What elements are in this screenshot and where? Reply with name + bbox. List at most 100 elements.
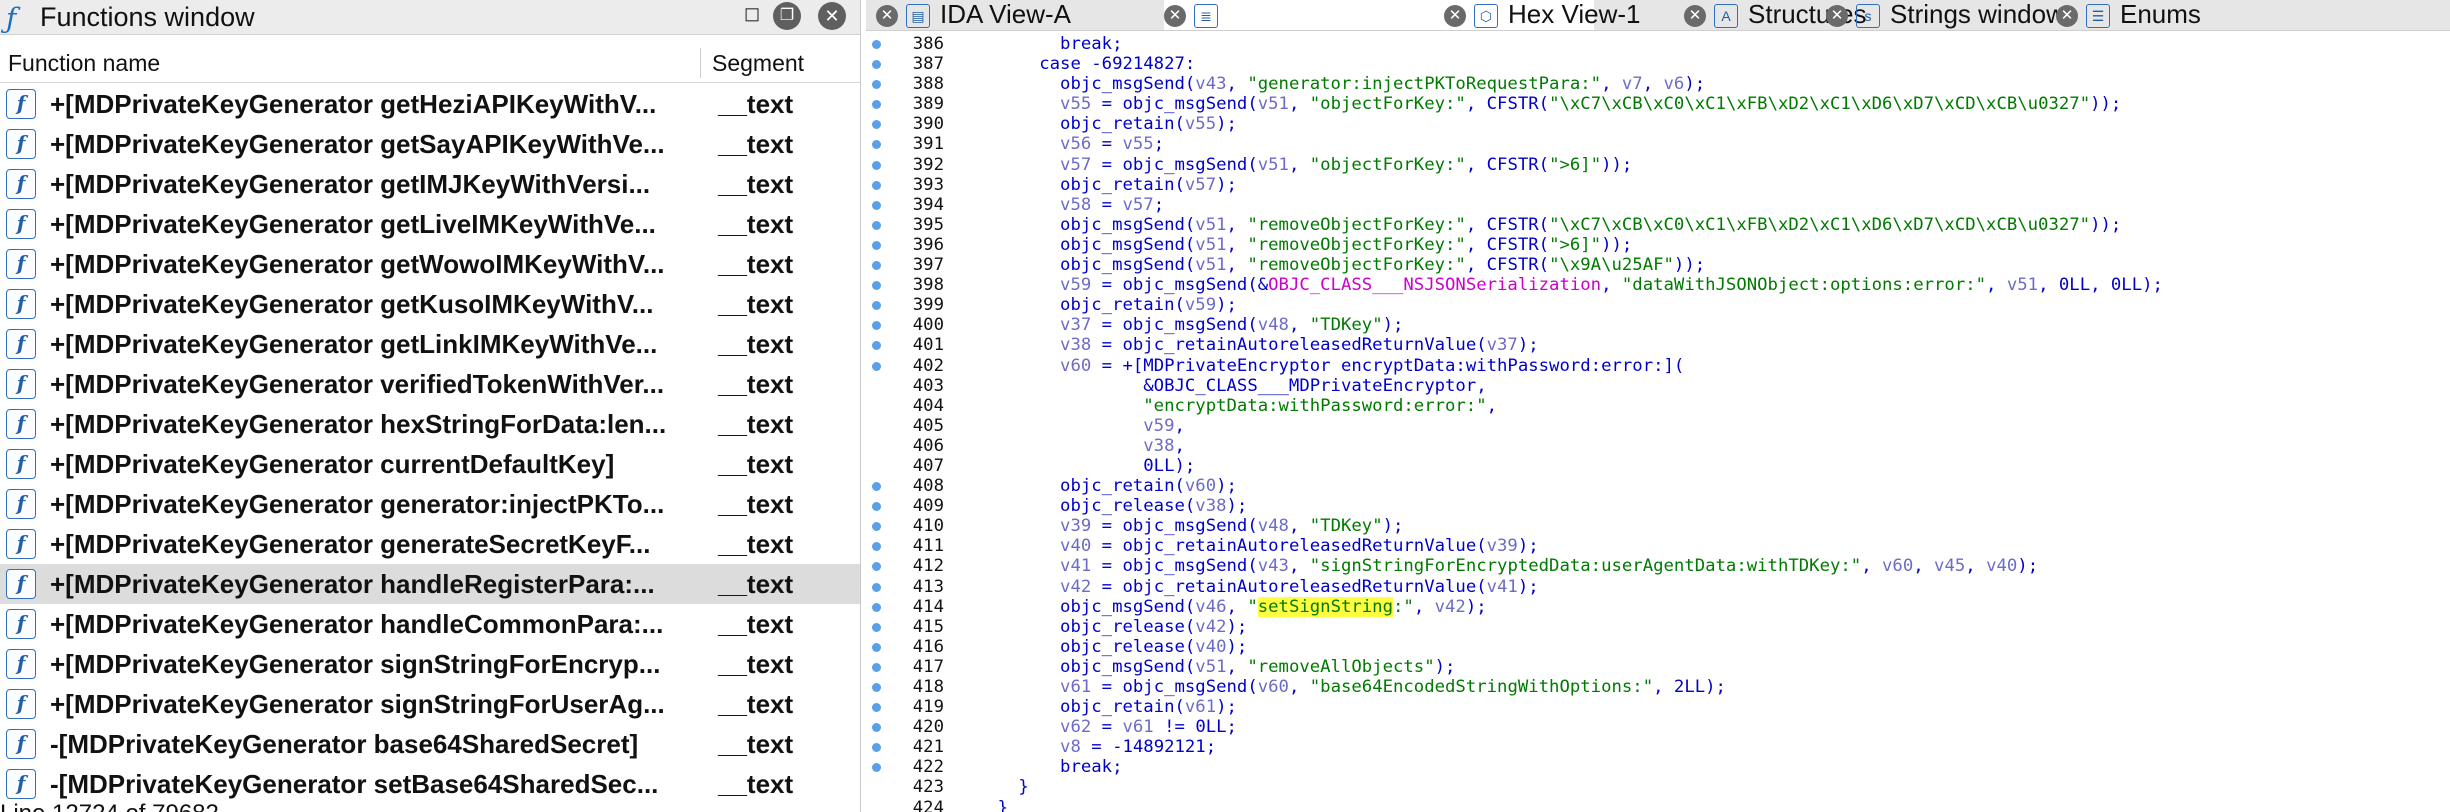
code-line[interactable]: 399 objc_retain(v59); (866, 295, 2450, 315)
code-line[interactable]: 395 objc_msgSend(v51, "removeObjectForKe… (866, 215, 2450, 235)
maximize-icon[interactable]: ◻ (738, 0, 766, 28)
code-line[interactable]: 419 objc_retain(v61); (866, 697, 2450, 717)
breakpoint-dot[interactable] (872, 281, 881, 291)
breakpoint-dot[interactable] (872, 120, 881, 130)
code-line[interactable]: 398 v59 = objc_msgSend(&OBJC_CLASS___NSJ… (866, 275, 2450, 295)
code-line[interactable]: 389 v55 = objc_msgSend(v51, "objectForKe… (866, 94, 2450, 114)
function-row[interactable]: f +[MDPrivateKeyGenerator generateSecretK… (0, 524, 860, 564)
tab-close-icon[interactable]: ✕ (1164, 5, 1186, 28)
code-line[interactable]: 405 v59, (866, 416, 2450, 436)
code-line[interactable]: 404 "encryptData:withPassword:error:", (866, 396, 2450, 416)
function-row[interactable]: f +[MDPrivateKeyGenerator getIMJKeyWithVe… (0, 164, 860, 204)
breakpoint-dot[interactable] (872, 301, 881, 311)
breakpoint-dot[interactable] (872, 100, 881, 110)
breakpoint-dot[interactable] (872, 542, 881, 552)
tab-close-icon[interactable]: ✕ (876, 5, 898, 28)
function-row[interactable]: f -[MDPrivateKeyGenerator base64SharedSec… (0, 724, 860, 764)
code-line[interactable]: 386 break; (866, 34, 2450, 54)
column-segment[interactable]: Segment (712, 50, 804, 77)
code-line[interactable]: 417 objc_msgSend(v51, "removeAllObjects"… (866, 657, 2450, 677)
function-row[interactable]: f +[MDPrivateKeyGenerator verifiedTokenWi… (0, 364, 860, 404)
code-line[interactable]: 388 objc_msgSend(v43, "generator:injectP… (866, 74, 2450, 94)
breakpoint-dot[interactable] (872, 160, 881, 170)
tab-enums[interactable]: ✕ ☰ Enums (2056, 0, 2256, 30)
code-line[interactable]: 396 objc_msgSend(v51, "removeObjectForKe… (866, 235, 2450, 255)
function-row[interactable]: f +[MDPrivateKeyGenerator getKusoIMKeyWit… (0, 284, 860, 324)
code-line[interactable]: 421 v8 = -14892121; (866, 737, 2450, 757)
code-line[interactable]: 387 case -69214827: (866, 54, 2450, 74)
function-row[interactable]: f +[MDPrivateKeyGenerator getHeziAPIKeyWi… (0, 84, 860, 124)
function-row[interactable]: f +[MDPrivateKeyGenerator getWowoIMKeyWit… (0, 244, 860, 284)
code-line[interactable]: 410 v39 = objc_msgSend(v48, "TDKey"); (866, 516, 2450, 536)
code-line[interactable]: 397 objc_msgSend(v51, "removeObjectForKe… (866, 255, 2450, 275)
breakpoint-dot[interactable] (872, 582, 881, 592)
function-row[interactable]: f -[MDPrivateKeyGenerator setBase64Shared… (0, 764, 860, 804)
function-row[interactable]: f +[MDPrivateKeyGenerator getLinkIMKeyWit… (0, 324, 860, 364)
breakpoint-dot[interactable] (872, 642, 881, 652)
tab-close-icon[interactable]: ✕ (2056, 5, 2078, 28)
column-function-name[interactable]: Function name (8, 50, 160, 77)
code-line[interactable]: 416 objc_release(v40); (866, 637, 2450, 657)
code-line[interactable]: 393 objc_retain(v57); (866, 175, 2450, 195)
code-line[interactable]: 401 v38 = objc_retainAutoreleasedReturnV… (866, 335, 2450, 355)
function-row[interactable]: f +[MDPrivateKeyGenerator signStringForUs… (0, 684, 860, 724)
code-line[interactable]: 390 objc_retain(v55); (866, 114, 2450, 134)
code-line[interactable]: 409 objc_release(v38); (866, 496, 2450, 516)
code-line[interactable]: 414 objc_msgSend(v46, "setSignString:", … (866, 596, 2450, 617)
code-line[interactable]: 403 &OBJC_CLASS___MDPrivateEncryptor, (866, 376, 2450, 396)
breakpoint-dot[interactable] (872, 662, 881, 672)
column-divider[interactable] (700, 48, 701, 78)
function-row[interactable]: f +[MDPrivateKeyGenerator currentDefaultK… (0, 444, 860, 484)
breakpoint-dot[interactable] (872, 562, 881, 572)
breakpoint-dot[interactable] (872, 622, 881, 632)
code-line[interactable]: 391 v56 = v55; (866, 134, 2450, 154)
breakpoint-dot[interactable] (872, 683, 881, 692)
tab-structures[interactable]: ✕ A Structures (1684, 0, 1867, 30)
code-line[interactable]: 415 objc_release(v42); (866, 617, 2450, 637)
breakpoint-dot[interactable] (872, 240, 881, 250)
code-line[interactable]: 392 v57 = objc_msgSend(v51, "objectForKe… (866, 155, 2450, 175)
breakpoint-dot[interactable] (872, 220, 881, 230)
function-row[interactable]: f +[MDPrivateKeyGenerator getLiveIMKeyWit… (0, 204, 860, 244)
breakpoint-dot[interactable] (872, 140, 881, 150)
breakpoint-dot[interactable] (872, 703, 881, 713)
tab-close-icon[interactable]: ✕ (1826, 5, 1848, 28)
function-row[interactable]: f +[MDPrivateKeyGenerator getSayAPIKeyWit… (0, 124, 860, 164)
breakpoint-dot[interactable] (872, 763, 881, 773)
code-line[interactable]: 411 v40 = objc_retainAutoreleasedReturnV… (866, 536, 2450, 556)
breakpoint-dot[interactable] (872, 522, 881, 532)
function-row[interactable]: f +[MDPrivateKeyGenerator hexStringForDat… (0, 404, 860, 444)
code-line[interactable]: 407 0LL); (866, 456, 2450, 476)
tab-close-icon[interactable]: ✕ (1444, 5, 1466, 28)
tab-strings-window[interactable]: ✕ s Strings window (1826, 0, 2065, 30)
breakpoint-dot[interactable] (872, 80, 881, 90)
tab-hex-view-1[interactable]: ✕ ⬡ Hex View-1 (1444, 0, 1640, 30)
code-line[interactable]: 424 } (866, 798, 2450, 812)
code-line[interactable]: 418 v61 = objc_msgSend(v60, "base64Encod… (866, 677, 2450, 697)
breakpoint-dot[interactable] (872, 602, 881, 612)
breakpoint-dot[interactable] (872, 482, 881, 492)
breakpoint-dot[interactable] (872, 723, 881, 733)
breakpoint-dot[interactable] (872, 321, 881, 331)
code-line[interactable]: 406 v38, (866, 436, 2450, 456)
breakpoint-dot[interactable] (872, 200, 881, 210)
code-line[interactable]: 412 v41 = objc_msgSend(v43, "signStringF… (866, 556, 2450, 576)
close-button[interactable]: ✕ (818, 2, 846, 30)
function-row[interactable]: f +[MDPrivateKeyGenerator signStringForEn… (0, 644, 860, 684)
code-line[interactable]: 394 v58 = v57; (866, 195, 2450, 215)
code-line[interactable]: 420 v62 = v61 != 0LL; (866, 717, 2450, 737)
code-line[interactable]: 413 v42 = objc_retainAutoreleasedReturnV… (866, 577, 2450, 597)
code-line[interactable]: 423 } (866, 777, 2450, 797)
tab-close-icon[interactable]: ✕ (1684, 5, 1706, 28)
function-row[interactable]: f +[MDPrivateKeyGenerator generator:injec… (0, 484, 860, 524)
restore-button[interactable]: ❐ (773, 2, 801, 30)
breakpoint-dot[interactable] (872, 743, 881, 753)
code-line[interactable]: 408 objc_retain(v60); (866, 476, 2450, 496)
code-line[interactable]: 400 v37 = objc_msgSend(v48, "TDKey"); (866, 315, 2450, 335)
function-row[interactable]: f +[MDPrivateKeyGenerator handleRegisterP… (0, 564, 860, 604)
breakpoint-dot[interactable] (872, 40, 881, 49)
breakpoint-dot[interactable] (872, 341, 881, 351)
breakpoint-dot[interactable] (872, 361, 881, 371)
function-row[interactable]: f +[MDPrivateKeyGenerator handleCommonPar… (0, 604, 860, 644)
code-line[interactable]: 402 v60 = +[MDPrivateEncryptor encryptDa… (866, 356, 2450, 376)
